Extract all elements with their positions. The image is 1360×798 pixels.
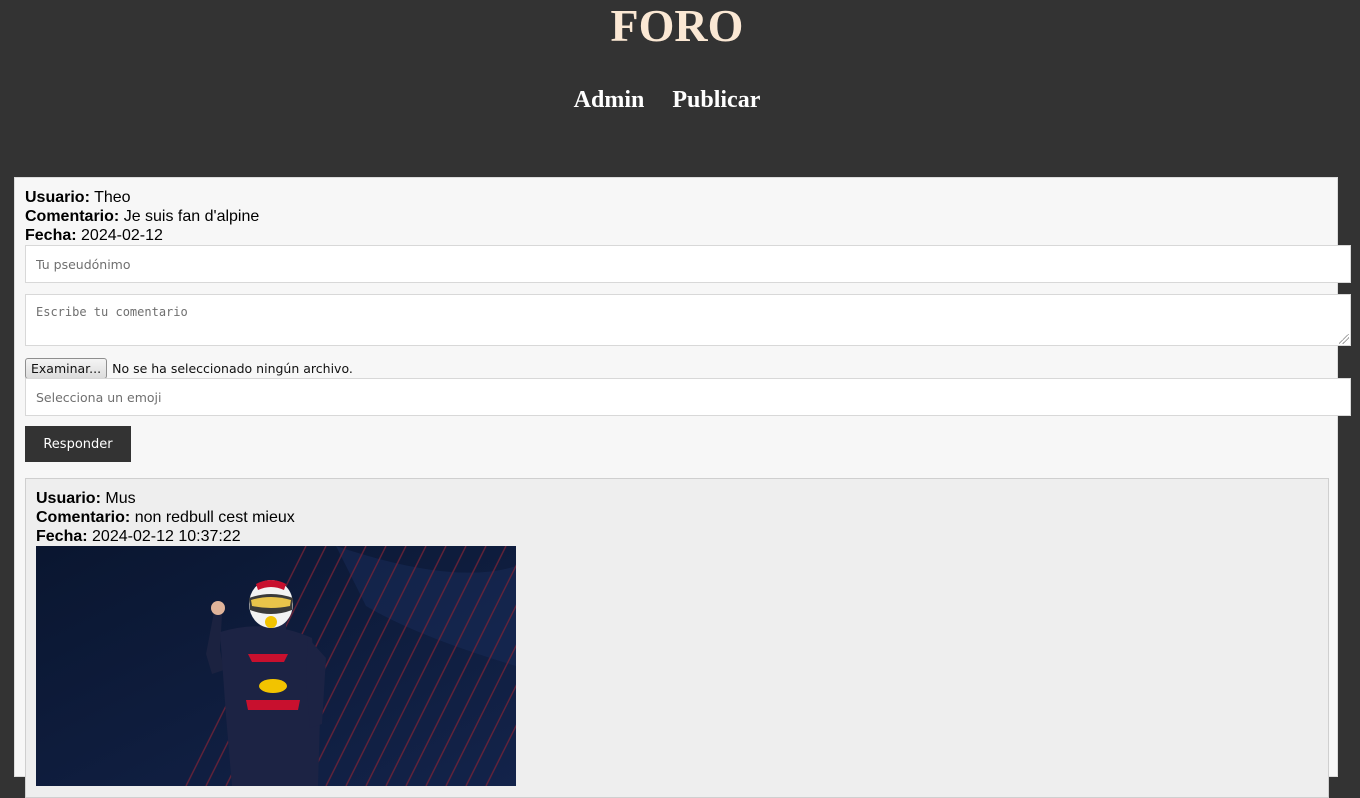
nav-link-admin[interactable]: Admin (574, 87, 645, 113)
post-meta: Usuario: Theo Comentario: Je suis fan d'… (25, 188, 259, 245)
main-nav: Admin Publicar (0, 86, 1334, 114)
emoji-select-input[interactable] (36, 379, 1340, 415)
reply-date: 2024-02-12 10:37:22 (92, 528, 241, 545)
file-input-row: Examinar... No se ha seleccionado ningún… (25, 357, 353, 379)
reply-date-line: Fecha: 2024-02-12 10:37:22 (36, 527, 295, 546)
emoji-field-wrap (25, 378, 1351, 416)
post-user-label: Usuario: (25, 189, 90, 206)
post-comment: Je suis fan d'alpine (123, 208, 260, 225)
reply-image (36, 546, 516, 786)
post-date-label: Fecha: (25, 227, 77, 244)
comment-field-wrap (25, 294, 1351, 346)
nav-link-publicar[interactable]: Publicar (672, 87, 760, 113)
post-comment-line: Comentario: Je suis fan d'alpine (25, 207, 259, 226)
pseudonym-field-wrap (25, 245, 1351, 283)
comment-textarea[interactable] (36, 305, 1340, 343)
post-user-line: Usuario: Theo (25, 188, 259, 207)
post-comment-label: Comentario: (25, 208, 120, 225)
reply-comment: non redbull cest mieux (134, 509, 295, 526)
post-user: Theo (94, 189, 131, 206)
reply-post: Usuario: Mus Comentario: non redbull ces… (25, 478, 1329, 798)
driver-photo (36, 546, 516, 786)
reply-comment-line: Comentario: non redbull cest mieux (36, 508, 295, 527)
reply-user-label: Usuario: (36, 490, 101, 507)
post-date-line: Fecha: 2024-02-12 (25, 226, 259, 245)
pseudonym-input[interactable] (36, 246, 1340, 282)
reply-submit-button[interactable]: Responder (25, 426, 131, 462)
browse-file-button[interactable]: Examinar... (25, 357, 108, 379)
forum-post: Usuario: Theo Comentario: Je suis fan d'… (14, 177, 1351, 798)
reply-meta: Usuario: Mus Comentario: non redbull ces… (36, 489, 295, 546)
site-title: FORO (610, 0, 744, 51)
file-status-text: No se ha seleccionado ningún archivo. (112, 360, 353, 376)
resize-grip-icon[interactable] (1339, 334, 1349, 344)
reply-user-line: Usuario: Mus (36, 489, 295, 508)
reply-date-label: Fecha: (36, 528, 88, 545)
reply-user: Mus (105, 490, 136, 507)
reply-comment-label: Comentario: (36, 509, 131, 526)
post-date: 2024-02-12 (81, 227, 163, 244)
